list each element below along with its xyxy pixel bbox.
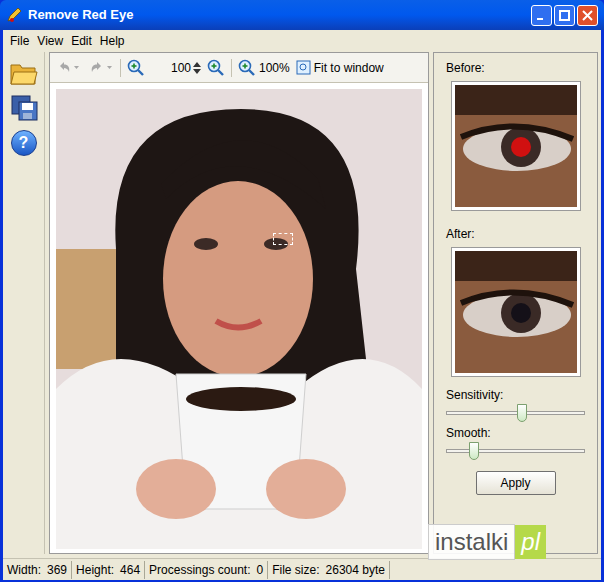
eye-picture <box>455 251 577 373</box>
slider-track <box>446 449 585 453</box>
status-field: Height:464 <box>72 561 145 579</box>
status-bar: Width:369Height:464Processings count:0Fi… <box>3 558 601 580</box>
open-folder-icon[interactable] <box>10 60 38 86</box>
spin-arrows-icon[interactable] <box>193 61 201 75</box>
image-toolbar: 100 100% Fit to window <box>50 53 428 83</box>
content: ? 100 100% Fit to window Before: After: Sensit… <box>3 52 601 554</box>
menu-bar: FileViewEditHelp <box>3 30 601 52</box>
eye-selection-marker[interactable] <box>273 233 293 245</box>
status-field: File size:26304 byte <box>268 561 390 579</box>
side-toolbar: ? <box>3 52 45 554</box>
fit-window-icon <box>296 60 311 75</box>
maximize-button[interactable] <box>554 5 575 26</box>
redo-button[interactable] <box>87 60 114 76</box>
status-field: Processings count:0 <box>145 561 268 579</box>
window-body: FileViewEditHelp? 100 100% Fit to window Bef… <box>3 30 601 580</box>
minimize-button[interactable] <box>531 5 552 26</box>
maximize-icon <box>559 10 570 21</box>
zoom-100-button[interactable]: 100% <box>238 59 290 77</box>
menu-item[interactable]: Edit <box>67 32 96 50</box>
undo-icon <box>56 60 72 76</box>
menu-item[interactable]: File <box>6 32 33 50</box>
zoom-out-icon[interactable] <box>207 59 225 77</box>
dropdown-arrow-icon <box>74 66 79 70</box>
after-preview <box>451 247 581 377</box>
close-button[interactable] <box>577 5 598 26</box>
image-panel: 100 100% Fit to window <box>49 52 429 554</box>
dropdown-arrow-icon <box>107 66 112 70</box>
close-icon <box>582 10 593 21</box>
before-preview <box>451 81 581 211</box>
slider-label: Sensitivity: <box>434 387 597 403</box>
redo-icon <box>89 60 105 76</box>
slider-label: Smooth: <box>434 425 597 441</box>
slider-group: Sensitivity: <box>434 387 597 423</box>
slider[interactable] <box>446 403 585 423</box>
slider[interactable] <box>446 441 585 461</box>
after-label: After: <box>434 225 597 243</box>
watermark-text: instalki <box>428 524 515 560</box>
photo <box>56 89 422 549</box>
image-area <box>50 83 428 553</box>
minimize-icon <box>536 10 547 21</box>
apply-button[interactable]: Apply <box>476 471 556 495</box>
help-button[interactable]: ? <box>11 130 37 156</box>
before-label: Before: <box>434 59 597 77</box>
undo-button[interactable] <box>54 60 81 76</box>
preview-panel: Before: After: Sensitivity: Smooth: Apply <box>433 52 598 554</box>
menu-item[interactable]: View <box>33 32 67 50</box>
slider-thumb[interactable] <box>517 404 527 422</box>
watermark-suffix: pl <box>515 525 546 559</box>
app-pencil-icon <box>6 7 22 23</box>
slider-thumb[interactable] <box>469 442 479 460</box>
eye-picture <box>455 85 577 207</box>
zoom-spinner[interactable]: 100 <box>163 59 201 77</box>
app-window: Remove Red Eye FileViewEditHelp? 100 100% Fi… <box>0 0 604 582</box>
title-bar: Remove Red Eye <box>0 0 604 30</box>
watermark: instalkipl <box>428 524 546 560</box>
zoom-value: 100 <box>163 59 191 77</box>
menu-item[interactable]: Help <box>96 32 129 50</box>
window-title: Remove Red Eye <box>28 5 531 25</box>
slider-track <box>446 411 585 415</box>
zoom-in-icon[interactable] <box>127 59 145 77</box>
zoom-100-icon[interactable] <box>238 59 256 77</box>
slider-group: Smooth: <box>434 425 597 461</box>
save-icon[interactable] <box>10 94 38 122</box>
status-field: Width:369 <box>3 561 72 579</box>
fit-window-button[interactable]: Fit to window <box>296 59 384 77</box>
